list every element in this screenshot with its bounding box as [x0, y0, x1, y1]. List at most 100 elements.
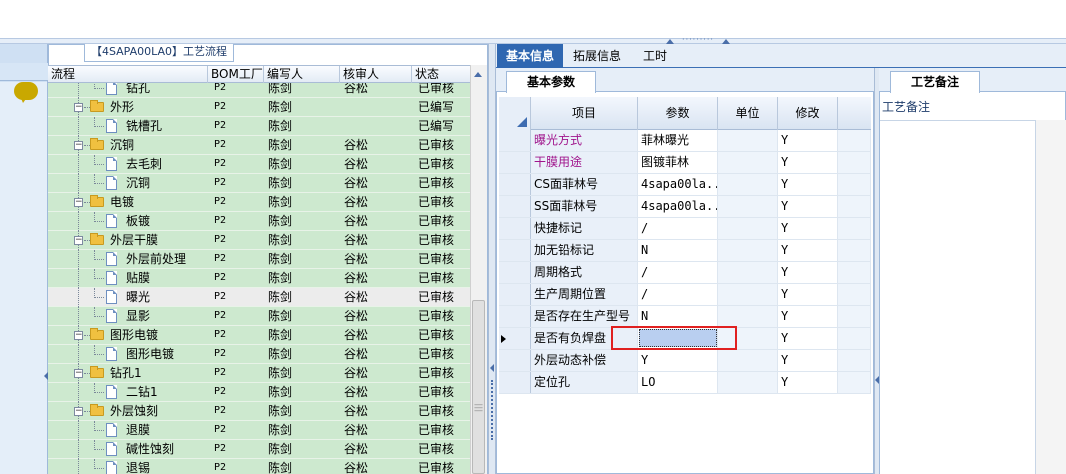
params-cell-unit[interactable]	[718, 174, 778, 195]
splitter-grip-icon[interactable]	[491, 380, 493, 440]
tree-expander-icon[interactable]: −	[74, 198, 83, 207]
row-header[interactable]	[499, 262, 531, 283]
row-header[interactable]	[499, 152, 531, 173]
tree-row[interactable]: 沉铜 P2 陈剑 谷松 已审核	[48, 174, 470, 193]
params-cell-unit[interactable]	[718, 240, 778, 261]
params-cell-param[interactable]: Y	[638, 350, 718, 371]
tree-row[interactable]: − 钻孔1 P2 陈剑 谷松 已审核	[48, 364, 470, 383]
tree-row[interactable]: 板镀 P2 陈剑 谷松 已审核	[48, 212, 470, 231]
row-header[interactable]	[499, 240, 531, 261]
column-header-reviewer[interactable]: 核审人	[340, 66, 412, 83]
params-cell-modify[interactable]: Y	[778, 372, 838, 393]
params-cell-modify[interactable]: Y	[778, 174, 838, 195]
tree-row[interactable]: 钻孔 P2 陈剑 谷松 已审核	[48, 83, 470, 98]
params-cell-modify[interactable]: Y	[778, 284, 838, 305]
params-cell-modify[interactable]: Y	[778, 240, 838, 261]
params-cell-param[interactable]: LO	[638, 372, 718, 393]
tree-row[interactable]: − 图形电镀 P2 陈剑 谷松 已审核	[48, 326, 470, 345]
params-cell-modify[interactable]: Y	[778, 130, 838, 151]
tree-row[interactable]: − 电镀 P2 陈剑 谷松 已审核	[48, 193, 470, 212]
tab-process-remark[interactable]: 工艺备注	[890, 71, 980, 93]
tree-row[interactable]: 铣槽孔 P2 陈剑 已编写	[48, 117, 470, 136]
row-header[interactable]	[499, 328, 531, 349]
tree-row[interactable]: 碱性蚀刻 P2 陈剑 谷松 已审核	[48, 440, 470, 459]
params-row[interactable]: 曝光方式 菲林曝光 Y	[499, 130, 871, 152]
tab-basic-info[interactable]: 基本信息	[497, 44, 563, 68]
tree-row[interactable]: − 外层蚀刻 P2 陈剑 谷松 已审核	[48, 402, 470, 421]
params-row[interactable]: CS面菲林号4sapa00la... Y	[499, 174, 871, 196]
tree-row[interactable]: 图形电镀 P2 陈剑 谷松 已审核	[48, 345, 470, 364]
column-header-param[interactable]: 参数	[638, 97, 718, 130]
row-header[interactable]	[499, 284, 531, 305]
splitter-grip-icon[interactable]: ·········	[678, 36, 718, 44]
params-cell-modify[interactable]: Y	[778, 196, 838, 217]
params-cell-unit[interactable]	[718, 284, 778, 305]
params-cell-unit[interactable]	[718, 152, 778, 173]
params-cell-param[interactable]: N	[638, 306, 718, 327]
params-cell-item[interactable]: 是否存在生产型号	[531, 306, 638, 327]
tab-work-hours[interactable]: 工时	[633, 44, 677, 68]
tree-row[interactable]: 显影 P2 陈剑 谷松 已审核	[48, 307, 470, 326]
tree-row[interactable]: − 外层干膜 P2 陈剑 谷松 已审核	[48, 231, 470, 250]
tree-row[interactable]: 退膜 P2 陈剑 谷松 已审核	[48, 421, 470, 440]
remark-textarea[interactable]	[880, 120, 1036, 474]
params-cell-modify[interactable]: Y	[778, 328, 838, 349]
params-cell-param[interactable]: 4sapa00la...	[638, 174, 718, 195]
params-cell-item[interactable]: SS面菲林号	[531, 196, 638, 217]
params-cell-item[interactable]: 周期格式	[531, 262, 638, 283]
tree-row[interactable]: 退锡 P2 陈剑 谷松 已审核	[48, 459, 470, 474]
params-row[interactable]: SS面菲林号4sapa00la... Y	[499, 196, 871, 218]
params-cell-unit[interactable]	[718, 218, 778, 239]
params-cell-modify[interactable]: Y	[778, 218, 838, 239]
params-cell-item[interactable]: 曝光方式	[531, 130, 638, 151]
row-header[interactable]	[499, 218, 531, 239]
params-cell-unit[interactable]	[718, 130, 778, 151]
tree-row[interactable]: 曝光 P2 陈剑 谷松 已审核	[48, 288, 470, 307]
tree-row[interactable]: 外层前处理 P2 陈剑 谷松 已审核	[48, 250, 470, 269]
params-cell-item[interactable]: CS面菲林号	[531, 174, 638, 195]
row-header[interactable]	[499, 372, 531, 393]
params-row[interactable]: 外层动态补偿 Y Y	[499, 350, 871, 372]
params-cell-item[interactable]: 干膜用途	[531, 152, 638, 173]
params-cell-param[interactable]: 菲林曝光	[638, 130, 718, 151]
collapse-left-icon[interactable]	[490, 364, 494, 372]
tree-expander-icon[interactable]: −	[74, 103, 83, 112]
params-cell-item[interactable]: 定位孔	[531, 372, 638, 393]
tab-basic-params[interactable]: 基本参数	[506, 71, 596, 93]
tree-row[interactable]: − 沉铜 P2 陈剑 谷松 已审核	[48, 136, 470, 155]
column-header-process[interactable]: 流程	[48, 66, 208, 83]
tree-expander-icon[interactable]: −	[74, 331, 83, 340]
params-cell-param[interactable]: N	[638, 240, 718, 261]
row-header[interactable]	[499, 130, 531, 151]
params-cell-modify[interactable]: Y	[778, 306, 838, 327]
scroll-up-button[interactable]	[470, 66, 487, 83]
row-header[interactable]	[499, 174, 531, 195]
params-cell-modify[interactable]: Y	[778, 262, 838, 283]
params-cell-unit[interactable]	[718, 306, 778, 327]
column-header-modify[interactable]: 修改	[778, 97, 838, 130]
tree-expander-icon[interactable]: −	[74, 369, 83, 378]
tree-row[interactable]: 去毛刺 P2 陈剑 谷松 已审核	[48, 155, 470, 174]
tab-extended-info[interactable]: 拓展信息	[565, 44, 629, 68]
params-cell-param[interactable]: 图镀菲林	[638, 152, 718, 173]
tree-expander-icon[interactable]: −	[74, 141, 83, 150]
params-cell-unit[interactable]	[718, 196, 778, 217]
tree-row[interactable]: − 外形 P2 陈剑 已编写	[48, 98, 470, 117]
params-cell-item[interactable]: 生产周期位置	[531, 284, 638, 305]
params-cell-modify[interactable]: Y	[778, 350, 838, 371]
column-header-status[interactable]: 状态	[412, 66, 470, 83]
row-header[interactable]	[499, 196, 531, 217]
params-cell-modify[interactable]: Y	[778, 152, 838, 173]
params-cell-param[interactable]: /	[638, 284, 718, 305]
params-row[interactable]: 定位孔 LO Y	[499, 372, 871, 394]
params-cell-item[interactable]: 快捷标记	[531, 218, 638, 239]
params-row[interactable]: 加无铅标记 N Y	[499, 240, 871, 262]
params-cell-item[interactable]: 加无铅标记	[531, 240, 638, 261]
row-header[interactable]	[499, 350, 531, 371]
params-row[interactable]: 是否存在生产型号 N Y	[499, 306, 871, 328]
tree-expander-icon[interactable]: −	[74, 407, 83, 416]
column-header-unit[interactable]: 单位	[718, 97, 778, 130]
chat-bubble-icon[interactable]	[14, 82, 38, 103]
row-header[interactable]	[499, 306, 531, 327]
params-row[interactable]: 干膜用途 图镀菲林 Y	[499, 152, 871, 174]
